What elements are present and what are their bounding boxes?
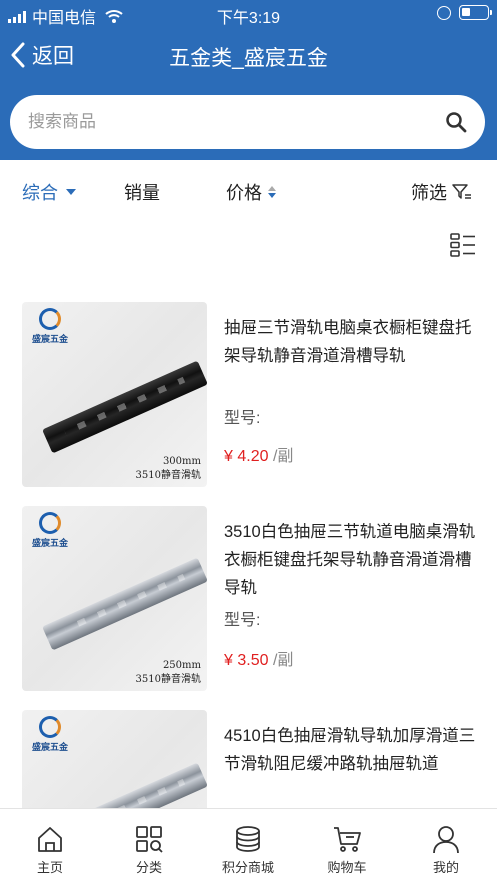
- tab-cart-label: 购物车: [327, 860, 367, 875]
- tab-points-mall-label: 积分商城: [221, 860, 274, 875]
- sort-price-label: 价格: [226, 183, 262, 203]
- sort-price[interactable]: 价格: [226, 179, 276, 205]
- price-unit: /副: [272, 448, 294, 465]
- brand-name: 盛宸五金: [31, 539, 68, 549]
- product-card[interactable]: 盛宸五金 300mm 3510静音滑轨 抽屉三节滑轨电脑桌衣橱柜键盘托架导轨静音…: [0, 302, 497, 502]
- brand-name: 盛宸五金: [31, 743, 68, 753]
- product-price: ¥ 3.50 /副: [224, 646, 293, 670]
- filter-button[interactable]: 筛选: [411, 179, 473, 205]
- currency-symbol: ¥: [224, 448, 233, 465]
- battery-icon: [459, 5, 492, 20]
- price-value: 4.20: [237, 448, 269, 465]
- caret-down-icon: [66, 189, 76, 195]
- status-right: [437, 5, 492, 20]
- slide-rail-shape: [42, 360, 207, 454]
- sort-arrows-icon: [268, 186, 276, 198]
- search-icon[interactable]: [445, 111, 467, 133]
- product-title[interactable]: 抽屉三节滑轨电脑桌衣橱柜键盘托架导轨静音滑道滑槽导轨: [224, 314, 476, 370]
- tab-points-mall[interactable]: 积分商城: [203, 823, 293, 876]
- brand-name: 盛宸五金: [31, 335, 68, 345]
- category-grid-icon: [136, 826, 163, 853]
- price-value: 3.50: [237, 652, 269, 669]
- brand-logo: 盛宸五金: [30, 716, 70, 753]
- image-caption-name: 3510静音滑轨: [135, 674, 201, 685]
- product-image[interactable]: 盛宸五金 250mm 3510静音滑轨: [22, 506, 207, 691]
- sort-comprehensive-label: 综合: [22, 183, 58, 203]
- image-caption-name: 3510静音滑轨: [135, 470, 201, 481]
- slide-rail-shape: [42, 557, 207, 651]
- search-box: [10, 95, 485, 149]
- brand-logo: 盛宸五金: [30, 512, 70, 549]
- tab-home-label: 主页: [36, 860, 63, 875]
- tab-category-label: 分类: [135, 860, 162, 875]
- image-caption-size: 300mm: [162, 456, 201, 467]
- product-title[interactable]: 4510白色抽屉滑轨导轨加厚滑道三节滑轨阻尼缓冲路轨抽屉轨道: [224, 722, 476, 778]
- image-caption: 250mm 3510静音滑轨: [136, 659, 201, 687]
- image-caption: 300mm 3510静音滑轨: [136, 455, 201, 483]
- tab-home[interactable]: 主页: [5, 823, 95, 876]
- currency-symbol: ¥: [224, 652, 233, 669]
- page-title: 五金类_盛宸五金: [169, 47, 328, 70]
- tab-cart[interactable]: 购物车: [302, 823, 392, 876]
- bottom-tab-bar: 主页 分类 积分商城 购物车 我的: [0, 808, 497, 883]
- tab-category[interactable]: 分类: [104, 823, 194, 876]
- price-unit: /副: [272, 652, 294, 669]
- status-time: 下午3:19: [216, 10, 281, 27]
- tab-me-label: 我的: [432, 860, 459, 875]
- status-bar: 中国电信 下午3:19: [0, 0, 497, 28]
- coin-stack-icon: [236, 826, 260, 852]
- filter-label: 筛选: [411, 183, 447, 203]
- product-price: ¥ 4.20 /副: [224, 442, 293, 466]
- product-model: 型号:: [224, 410, 261, 427]
- tab-me[interactable]: 我的: [401, 823, 491, 876]
- list-view-toggle-icon[interactable]: [450, 232, 476, 258]
- sort-sales-label: 销量: [124, 183, 160, 203]
- product-image[interactable]: 盛宸五金 300mm 3510静音滑轨: [22, 302, 207, 487]
- home-icon: [38, 827, 62, 852]
- orientation-lock-icon: [437, 5, 451, 20]
- product-title[interactable]: 3510白色抽屉三节轨道电脑桌滑轨衣橱柜键盘托架导轨静音滑道滑槽导轨: [224, 518, 476, 602]
- search-area: [0, 84, 497, 160]
- nav-bar: 返回 五金类_盛宸五金: [0, 28, 497, 84]
- product-model: 型号:: [224, 612, 261, 629]
- image-caption-size: 250mm: [162, 660, 201, 671]
- product-card[interactable]: 盛宸五金 250mm 3510静音滑轨 3510白色抽屉三节轨道电脑桌滑轨衣橱柜…: [0, 506, 497, 706]
- sort-sales[interactable]: 销量: [124, 179, 160, 205]
- sort-comprehensive[interactable]: 综合: [22, 179, 76, 205]
- filter-icon: [452, 184, 471, 199]
- brand-logo: 盛宸五金: [30, 308, 70, 345]
- user-icon: [433, 826, 459, 854]
- search-input[interactable]: [28, 95, 428, 149]
- cart-icon: [334, 827, 361, 852]
- sort-bar: 综合 销量 价格 筛选: [0, 160, 497, 220]
